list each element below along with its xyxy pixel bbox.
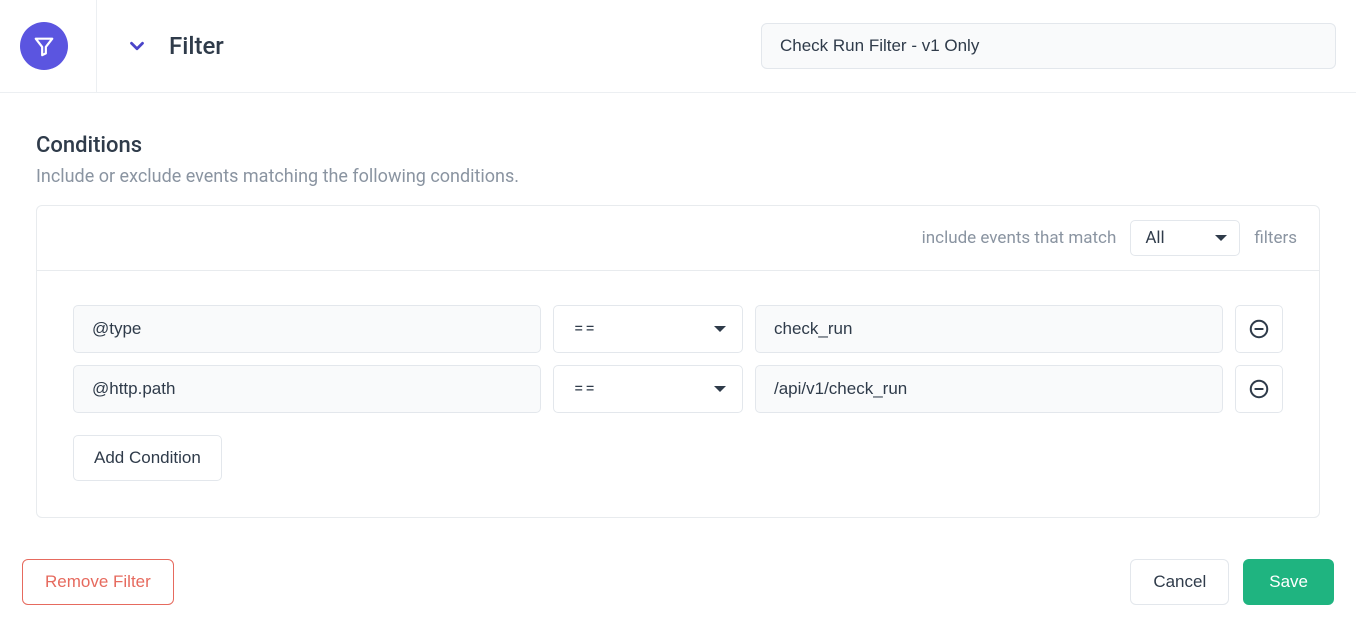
remove-condition-button[interactable] <box>1235 365 1283 413</box>
match-text-before: include events that match <box>922 228 1117 248</box>
page-title: Filter <box>169 32 224 60</box>
condition-operator-select[interactable]: == <box>553 365 743 413</box>
remove-condition-button[interactable] <box>1235 305 1283 353</box>
condition-operator-select[interactable]: == <box>553 305 743 353</box>
match-text-after: filters <box>1254 228 1297 248</box>
save-button[interactable]: Save <box>1243 559 1334 605</box>
filter-icon <box>20 22 68 70</box>
minus-circle-icon <box>1248 318 1270 340</box>
chevron-down-icon <box>126 35 148 57</box>
conditions-subtitle: Include or exclude events matching the f… <box>36 166 1320 187</box>
match-bar: include events that match All filters <box>37 206 1319 271</box>
caret-down-icon <box>714 386 726 392</box>
conditions-body: == == <box>37 271 1319 517</box>
footer-right: Cancel Save <box>1130 559 1334 605</box>
footer: Remove Filter Cancel Save <box>0 559 1356 605</box>
content: Conditions Include or exclude events mat… <box>0 93 1356 518</box>
match-mode-select[interactable]: All <box>1130 220 1240 256</box>
condition-attribute-input[interactable] <box>73 365 541 413</box>
header-divider <box>96 0 97 92</box>
condition-value-input[interactable] <box>755 365 1223 413</box>
conditions-title: Conditions <box>36 133 1320 158</box>
condition-value-input[interactable] <box>755 305 1223 353</box>
header-left: Filter <box>20 0 224 92</box>
conditions-box: include events that match All filters == <box>36 205 1320 518</box>
cancel-button[interactable]: Cancel <box>1130 559 1229 605</box>
minus-circle-icon <box>1248 378 1270 400</box>
filter-name-input[interactable] <box>761 23 1336 69</box>
condition-attribute-input[interactable] <box>73 305 541 353</box>
caret-down-icon <box>714 326 726 332</box>
collapse-toggle[interactable] <box>121 30 153 62</box>
add-condition-button[interactable]: Add Condition <box>73 435 222 481</box>
condition-operator-value: == <box>574 319 597 339</box>
match-mode-value: All <box>1145 228 1164 248</box>
condition-row: == <box>73 365 1283 413</box>
condition-operator-value: == <box>574 379 597 399</box>
remove-filter-button[interactable]: Remove Filter <box>22 559 174 605</box>
condition-row: == <box>73 305 1283 353</box>
header: Filter <box>0 0 1356 93</box>
caret-down-icon <box>1215 235 1227 241</box>
